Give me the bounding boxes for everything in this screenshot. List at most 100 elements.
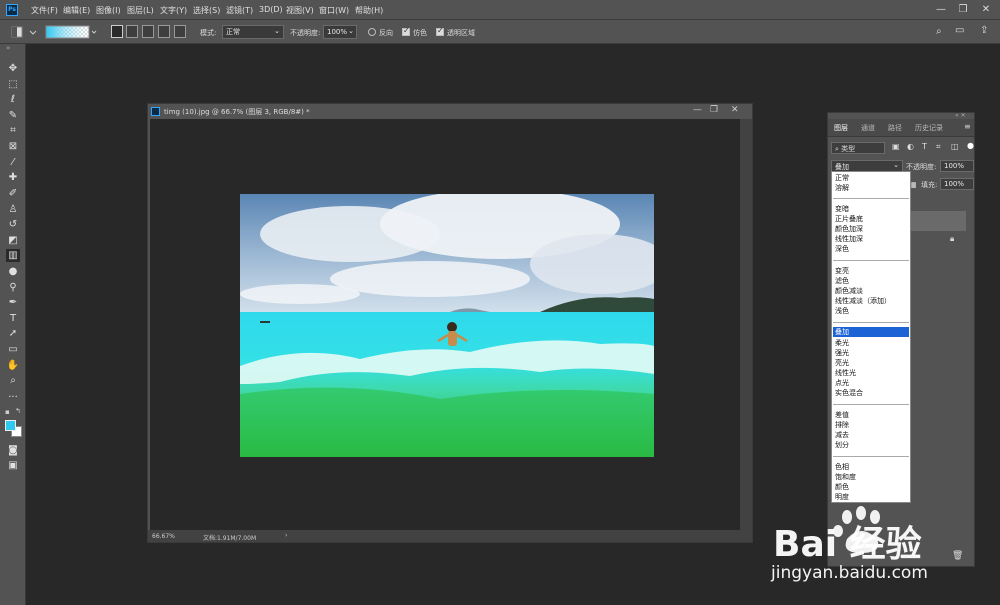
healing-brush-tool-icon[interactable]: ✚ (6, 171, 20, 184)
layer-filter-select[interactable]: ⌕ 类型 (831, 142, 885, 154)
path-select-tool-icon[interactable]: ➚ (6, 327, 20, 340)
blend-option-hard-mix[interactable]: 实色混合 (833, 388, 909, 398)
blend-option-linear-light[interactable]: 线性光 (833, 368, 909, 378)
blend-option-screen[interactable]: 滤色 (833, 276, 909, 286)
chevron-right-icon[interactable]: › (285, 532, 287, 539)
dither-checkbox[interactable] (402, 26, 410, 36)
lasso-tool-icon[interactable]: ℓ (6, 93, 20, 106)
gradient-picker[interactable] (45, 25, 97, 39)
radial-gradient-button[interactable] (126, 25, 138, 38)
type-tool-icon[interactable]: T (6, 312, 20, 325)
transparency-checkbox[interactable] (436, 26, 444, 36)
blend-option-dissolve[interactable]: 溶解 (833, 183, 909, 193)
document-tab[interactable]: timg (10).jpg @ 66.7% (图层 3, RGB/8#) * —… (148, 104, 752, 118)
vertical-scrollbar[interactable] (740, 119, 752, 530)
doc-minimize-icon[interactable]: — (693, 105, 702, 115)
zoom-tool-icon[interactable]: ⌕ (6, 374, 20, 387)
swap-colors-icon[interactable]: ↰ (15, 407, 21, 415)
blend-option-lighten[interactable]: 变亮 (833, 266, 909, 276)
blend-option-normal[interactable]: 正常 (833, 173, 909, 183)
close-icon[interactable]: ✕ (979, 3, 993, 17)
gradient-tool-preset-icon[interactable] (10, 25, 38, 39)
blend-option-multiply[interactable]: 正片叠底 (833, 214, 909, 224)
blend-option-difference[interactable]: 差值 (833, 410, 909, 420)
blend-option-divide[interactable]: 划分 (833, 440, 909, 450)
menu-layer[interactable]: 图层(L) (127, 5, 154, 16)
tab-history[interactable]: 历史记录 (915, 123, 943, 133)
eyedropper-tool-icon[interactable]: ⁄ (6, 156, 20, 169)
history-brush-tool-icon[interactable]: ↺ (6, 218, 20, 231)
menu-edit[interactable]: 编辑(E) (63, 5, 90, 16)
menu-view[interactable]: 视图(V) (286, 5, 314, 16)
blend-option-darken[interactable]: 变暗 (833, 204, 909, 214)
menu-window[interactable]: 窗口(W) (319, 5, 349, 16)
angle-gradient-button[interactable] (142, 25, 154, 38)
blend-option-darker-color[interactable]: 深色 (833, 244, 909, 254)
blend-option-linear-dodge[interactable]: 线性减淡（添加） (833, 296, 909, 306)
move-tool-icon[interactable]: ✥ (6, 62, 20, 75)
foreground-color-swatch[interactable] (5, 420, 16, 431)
layer-row[interactable]: 🔒︎ (910, 232, 966, 248)
menu-filter[interactable]: 滤镜(T) (226, 5, 253, 16)
blend-option-pin-light[interactable]: 点光 (833, 378, 909, 388)
menu-image[interactable]: 图像(I) (96, 5, 121, 16)
more-tools-icon[interactable]: ··· (6, 391, 20, 404)
blend-option-overlay[interactable]: 叠加 (833, 327, 909, 337)
clone-stamp-tool-icon[interactable]: ♙ (6, 203, 20, 216)
crop-tool-icon[interactable]: ⌗ (6, 124, 20, 137)
linear-gradient-button[interactable] (111, 25, 123, 38)
filter-pixel-icon[interactable]: ▣ (892, 142, 900, 151)
rectangle-tool-icon[interactable]: ▭ (6, 343, 20, 356)
canvas-area[interactable] (150, 119, 740, 530)
screen-mode-icon[interactable]: ▣ (6, 459, 20, 472)
doc-close-icon[interactable]: ✕ (731, 105, 739, 115)
maximize-icon[interactable]: ❐ (956, 3, 970, 17)
quick-select-tool-icon[interactable]: ✎ (6, 109, 20, 122)
blend-option-saturation[interactable]: 饱和度 (833, 472, 909, 482)
blend-option-lighter-color[interactable]: 浅色 (833, 306, 909, 316)
filter-smart-object-icon[interactable]: ◫ (951, 142, 959, 151)
tab-layers[interactable]: 图层 (834, 123, 848, 133)
menu-3d[interactable]: 3D(D) (259, 5, 283, 14)
opacity-field[interactable]: 100% ⌄ (323, 25, 357, 39)
blend-option-color[interactable]: 颜色 (833, 482, 909, 492)
gradient-tool-icon[interactable]: ▥ (6, 249, 20, 262)
tab-paths[interactable]: 路径 (888, 123, 902, 133)
eraser-tool-icon[interactable]: ◩ (6, 234, 20, 247)
blend-option-color-burn[interactable]: 颜色加深 (833, 224, 909, 234)
layer-row-selected[interactable] (910, 211, 966, 231)
dodge-tool-icon[interactable]: ⚲ (6, 281, 20, 294)
share-icon[interactable]: ⇪ (980, 25, 988, 36)
tab-channels[interactable]: 通道 (861, 123, 875, 133)
blend-option-exclusion[interactable]: 排除 (833, 420, 909, 430)
quick-mask-icon[interactable]: ◙ (6, 444, 20, 457)
panel-collapse-icon[interactable]: « ✕ (955, 112, 966, 119)
layer-opacity-field[interactable]: 100% (940, 160, 974, 172)
filter-type-icon[interactable]: T (922, 142, 927, 151)
beach-photo[interactable] (240, 194, 654, 457)
filter-adjustment-icon[interactable]: ◐ (907, 142, 914, 151)
menu-select[interactable]: 选择(S) (193, 5, 220, 16)
frame-tool-icon[interactable]: ⊠ (6, 140, 20, 153)
blend-option-hard-light[interactable]: 强光 (833, 348, 909, 358)
diamond-gradient-button[interactable] (174, 25, 186, 38)
zoom-level[interactable]: 66.67% (152, 533, 175, 540)
workspace-icon[interactable]: ▭ (955, 25, 964, 36)
default-colors-icon[interactable]: ▪ (5, 408, 10, 416)
blend-option-soft-light[interactable]: 柔光 (833, 338, 909, 348)
menu-type[interactable]: 文字(Y) (160, 5, 187, 16)
blend-option-vivid-light[interactable]: 亮光 (833, 358, 909, 368)
panel-menu-icon[interactable]: ≡ (964, 122, 971, 131)
menu-file[interactable]: 文件(F) (31, 5, 58, 16)
blend-option-hue[interactable]: 色相 (833, 462, 909, 472)
doc-maximize-icon[interactable]: ❐ (710, 105, 718, 115)
menu-help[interactable]: 帮助(H) (355, 5, 383, 16)
fill-field[interactable]: 100% (940, 178, 974, 190)
filter-toggle-icon[interactable]: ● (967, 141, 974, 150)
marquee-tool-icon[interactable]: ⬚ (6, 78, 20, 91)
reflected-gradient-button[interactable] (158, 25, 170, 38)
pen-tool-icon[interactable]: ✒ (6, 296, 20, 309)
mode-select[interactable]: 正常 ⌄ (222, 25, 284, 39)
minimize-icon[interactable]: — (934, 3, 948, 17)
blend-option-subtract[interactable]: 减去 (833, 430, 909, 440)
